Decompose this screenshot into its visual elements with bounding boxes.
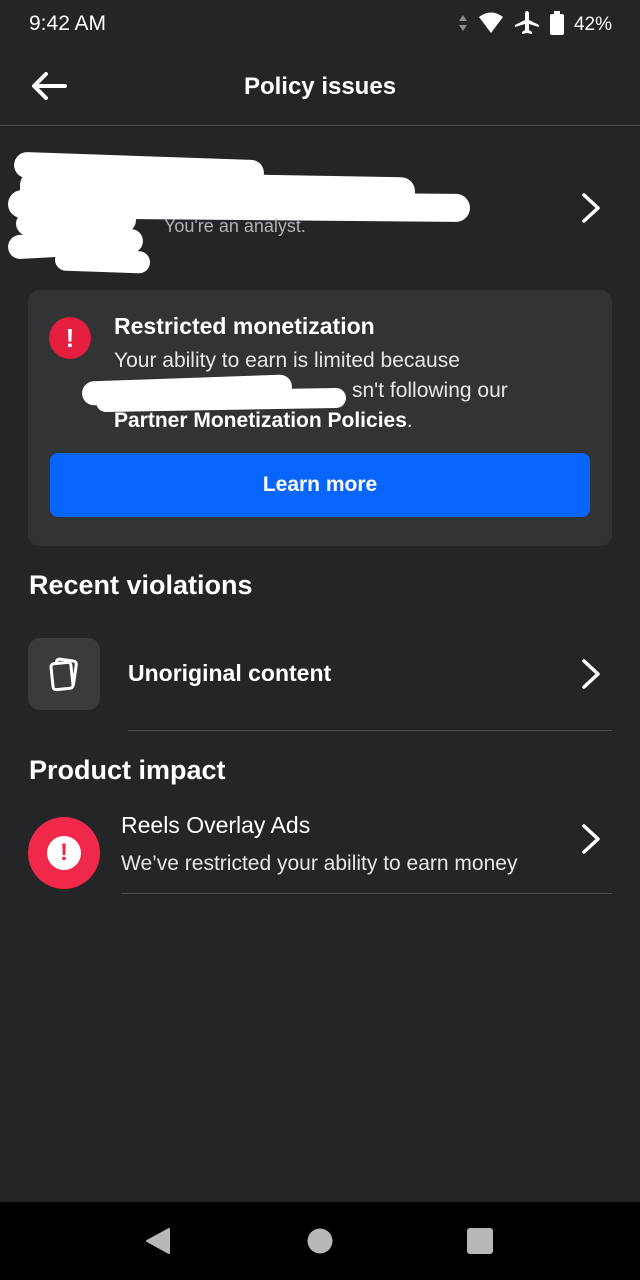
alert-body-line-1: Your ability to earn is limited because: [114, 349, 460, 372]
system-nav-bar: [0, 1202, 640, 1280]
chevron-right-icon: [576, 654, 606, 694]
signal-arrows-icon: [458, 13, 468, 38]
product-impact-heading: Product impact: [29, 755, 226, 785]
alert-title: Restricted monetization: [114, 313, 375, 339]
profile-subtitle: You're an analyst.: [164, 216, 306, 236]
home-circle-icon[interactable]: [304, 1225, 336, 1257]
restricted-monetization-card: ! Restricted monetization Your ability t…: [28, 290, 612, 546]
copy-pages-icon: [28, 638, 100, 710]
recents-square-icon[interactable]: [464, 1225, 496, 1257]
chevron-right-icon: [576, 188, 606, 228]
wifi-icon: [478, 12, 504, 39]
status-icons: 42%: [458, 10, 612, 41]
back-triangle-icon[interactable]: [142, 1225, 174, 1257]
battery-percentage: 42%: [573, 14, 612, 35]
alert-body-line-2: sn't following our: [81, 374, 574, 413]
alert-body-continued: sn't following our: [352, 379, 508, 402]
page-title: Policy issues: [243, 73, 397, 100]
battery-icon: [549, 10, 564, 40]
divider: [121, 893, 612, 894]
recent-violations-heading: Recent violations: [29, 570, 253, 600]
warning-circle-icon: !: [28, 817, 100, 889]
app-header: Policy issues: [0, 50, 640, 126]
status-time: 9:42 AM: [29, 12, 107, 35]
learn-more-button[interactable]: Learn more: [50, 453, 590, 517]
impact-row-reels-overlay-ads[interactable]: ! Reels Overlay Ads We’ve restricted you…: [0, 805, 640, 895]
exclamation-circle-icon: !: [49, 317, 91, 359]
violation-row-unoriginal-content[interactable]: Unoriginal content: [0, 630, 640, 730]
airplane-icon: [514, 10, 540, 41]
violation-label: Unoriginal content: [128, 660, 332, 686]
profile-row[interactable]: You're an analyst.: [0, 150, 640, 275]
divider: [128, 730, 612, 731]
status-bar: 9:42 AM 42%: [0, 0, 640, 50]
alert-body-period: .: [406, 409, 413, 432]
impact-description: We’ve restricted your ability to earn mo…: [121, 852, 518, 875]
alert-body: Your ability to earn is limited because …: [81, 346, 574, 436]
chevron-right-icon: [576, 819, 606, 859]
impact-title: Reels Overlay Ads: [121, 812, 311, 838]
partner-monetization-policies-link[interactable]: Partner Monetization Policies: [114, 409, 407, 432]
